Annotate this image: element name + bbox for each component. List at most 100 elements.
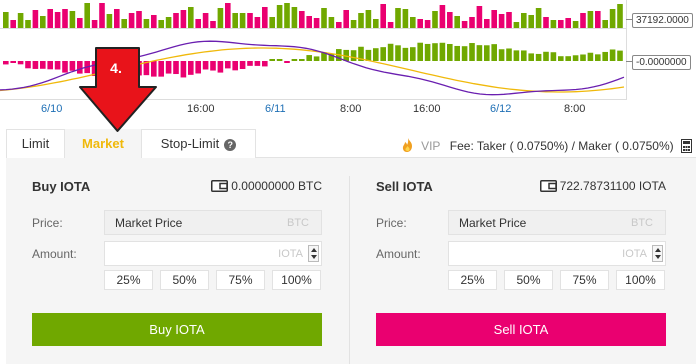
volume-bar — [106, 14, 113, 28]
calculator-icon[interactable] — [681, 139, 692, 153]
buy-percent-100-button[interactable]: 100% — [272, 270, 321, 290]
oscillator-bar — [299, 59, 305, 61]
oscillator-bar — [32, 61, 39, 69]
volume-bar — [217, 8, 224, 28]
sell-title: Sell IOTA — [376, 179, 433, 194]
volume-bar — [128, 13, 135, 28]
volume-bar — [535, 8, 542, 28]
panel-divider — [349, 176, 350, 364]
buy-amount-input[interactable]: IOTA — [104, 241, 322, 266]
increment-icon[interactable] — [655, 248, 661, 252]
oscillator-bar — [617, 50, 623, 61]
volume-bar — [321, 8, 327, 28]
buy-form: Buy IOTA 0.00000000 BTC Price: Market Pr… — [32, 158, 322, 364]
sell-percent-50-button[interactable]: 50% — [504, 270, 553, 290]
volume-bar — [158, 20, 164, 28]
volume-bar — [291, 7, 298, 28]
oscillator-bar — [365, 49, 372, 61]
tab-market[interactable]: Market — [65, 129, 141, 158]
volume-bar — [136, 11, 142, 28]
buy-percent-75-button[interactable]: 75% — [216, 270, 265, 290]
volume-bar — [461, 21, 468, 28]
sell-percent-100-button[interactable]: 100% — [616, 270, 665, 290]
volume-bar — [469, 17, 475, 28]
oscillator-bar — [158, 61, 164, 77]
volume-bar — [550, 20, 557, 28]
buy-price-unit: BTC — [287, 217, 309, 229]
tab-stop-limit[interactable]: Stop-Limit? — [141, 129, 256, 158]
vip-label[interactable]: VIP — [421, 139, 440, 153]
volume-bar — [210, 21, 216, 28]
volume-bar — [350, 20, 357, 28]
volume-bar — [498, 14, 505, 28]
time-label: 8:00 — [564, 103, 586, 115]
sell-button[interactable]: Sell IOTA — [376, 313, 666, 346]
volume-bar — [410, 17, 416, 28]
increment-icon[interactable] — [311, 248, 317, 252]
tab-limit[interactable]: Limit — [6, 129, 65, 158]
volume-bar — [202, 13, 209, 28]
volume-bar — [284, 3, 290, 28]
oscillator-bar — [313, 56, 320, 61]
oscillator-bar — [587, 52, 594, 61]
oscillator-bar — [572, 55, 579, 61]
oscillator-bar — [291, 59, 298, 61]
volume-bar — [380, 4, 386, 28]
volume-bar — [506, 12, 512, 28]
step-number: 4. — [110, 60, 122, 76]
oscillator-bar — [10, 61, 16, 63]
step-arrow-icon: 4. — [79, 47, 157, 132]
sell-percent-75-button[interactable]: 75% — [560, 270, 609, 290]
volume-bar — [424, 20, 431, 28]
sell-percent-25-button[interactable]: 25% — [448, 270, 497, 290]
buy-button[interactable]: Buy IOTA — [32, 313, 322, 346]
help-icon[interactable]: ? — [224, 139, 237, 151]
oscillator-bar — [225, 61, 231, 69]
volume-bar — [225, 3, 231, 28]
oscillator-bar — [469, 43, 475, 61]
volume-bar — [565, 18, 571, 28]
oscillator-bar — [543, 51, 549, 61]
volume-bar — [262, 7, 268, 28]
volume-bar — [77, 18, 83, 28]
oscillator-bar — [439, 42, 446, 61]
wallet-icon — [539, 180, 557, 192]
sell-amount-label: Amount: — [376, 247, 421, 261]
fee-text: Fee: Taker ( 0.0750%) / Maker ( 0.0750%) — [449, 139, 674, 153]
oscillator-bar — [47, 61, 53, 70]
wallet-icon — [211, 180, 229, 192]
volume-bar — [69, 11, 76, 28]
decrement-icon[interactable] — [655, 255, 661, 259]
decrement-icon[interactable] — [311, 255, 317, 259]
oscillator-bar — [269, 59, 275, 61]
buy-price-value: Market Price — [115, 216, 183, 230]
oscillator-bar — [350, 50, 357, 61]
buy-amount-stepper[interactable] — [308, 245, 319, 262]
volume-bar — [617, 4, 623, 28]
sell-amount-input[interactable]: IOTA — [448, 241, 666, 266]
time-label: 8:00 — [340, 103, 362, 115]
volume-bar — [84, 3, 90, 28]
oscillator-bar — [513, 50, 520, 61]
sell-amount-unit: IOTA — [622, 248, 647, 260]
oscillator-bar — [232, 61, 238, 71]
volume-bar — [3, 12, 9, 28]
sell-price-value: Market Price — [459, 216, 527, 230]
volume-bar — [491, 10, 497, 28]
oscillator-bar — [609, 49, 616, 61]
buy-percent-50-button[interactable]: 50% — [160, 270, 209, 290]
oscillator-bar — [188, 61, 194, 75]
oscillator-bar — [284, 61, 290, 63]
volume-bar — [439, 5, 446, 28]
volume-bar — [247, 13, 253, 28]
volume-bar — [521, 13, 527, 28]
volume-bar — [180, 10, 187, 28]
volume-bar — [276, 5, 283, 28]
volume-bar — [543, 17, 549, 28]
buy-percent-row: 25% 50% 75% 100% — [104, 270, 322, 290]
volume-bar — [10, 20, 16, 28]
sell-amount-stepper[interactable] — [652, 245, 663, 262]
order-panel: Buy IOTA 0.00000000 BTC Price: Market Pr… — [6, 158, 696, 364]
buy-percent-25-button[interactable]: 25% — [104, 270, 153, 290]
volume-bar — [25, 20, 31, 28]
